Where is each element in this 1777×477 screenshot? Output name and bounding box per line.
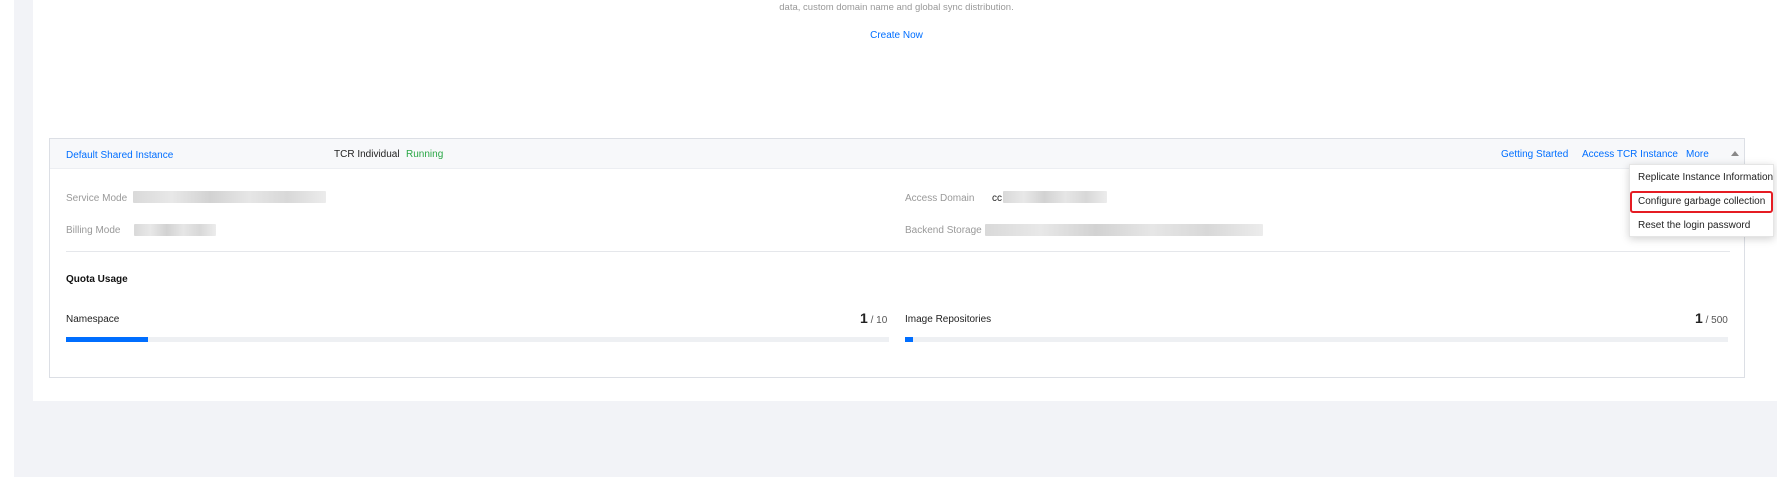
instance-status: Running (406, 149, 444, 160)
create-now-link[interactable]: Create Now (33, 30, 1760, 41)
repositories-progress-bar (905, 337, 1728, 342)
menu-item-reset-login-password[interactable]: Reset the login password (1630, 215, 1773, 237)
quota-usage-title: Quota Usage (66, 274, 128, 285)
repositories-limit: / 500 (1705, 315, 1728, 326)
namespace-limit: / 10 (870, 315, 888, 326)
access-domain-label: Access Domain (905, 193, 975, 204)
left-nav-edge (0, 0, 14, 477)
instance-name-link[interactable]: Default Shared Instance (66, 150, 173, 161)
instance-header: Default Shared Instance TCR Individual R… (50, 139, 1744, 169)
menu-item-replicate-instance-information[interactable]: Replicate Instance Information (1630, 167, 1773, 189)
billing-mode-label: Billing Mode (66, 225, 121, 236)
instance-panel: Default Shared Instance TCR Individual R… (49, 138, 1745, 378)
more-menu-button[interactable]: More (1686, 149, 1709, 160)
namespace-quota-count: 1 / 10 (860, 310, 887, 326)
backend-storage-label: Backend Storage (905, 225, 982, 236)
repositories-used: 1 (1695, 310, 1703, 326)
more-dropdown-menu: Replicate Instance Information Configure… (1629, 164, 1774, 237)
getting-started-link[interactable]: Getting Started (1501, 149, 1568, 160)
namespace-progress-fill (66, 337, 149, 342)
service-mode-label: Service Mode (66, 193, 128, 204)
service-mode-value-redacted (133, 191, 326, 203)
section-divider (66, 251, 1730, 252)
namespace-progress-bar (66, 337, 889, 342)
repositories-quota-label: Image Repositories (905, 314, 992, 325)
namespace-used: 1 (860, 310, 868, 326)
backend-storage-value-redacted (985, 224, 1263, 236)
promo-description: data, custom domain name and global sync… (779, 2, 1014, 13)
access-domain-value: cc (992, 193, 1002, 204)
billing-mode-value-redacted (134, 224, 216, 236)
menu-item-configure-garbage-collection[interactable]: Configure garbage collection (1630, 191, 1773, 213)
instance-edition: TCR Individual (334, 149, 400, 160)
access-domain-value-redacted (1003, 191, 1107, 203)
access-tcr-instance-link[interactable]: Access TCR Instance (1582, 149, 1678, 160)
caret-up-icon[interactable] (1731, 151, 1739, 156)
repositories-quota-count: 1 / 500 (1695, 310, 1728, 326)
repositories-progress-fill (905, 337, 914, 342)
namespace-quota-label: Namespace (66, 314, 120, 325)
